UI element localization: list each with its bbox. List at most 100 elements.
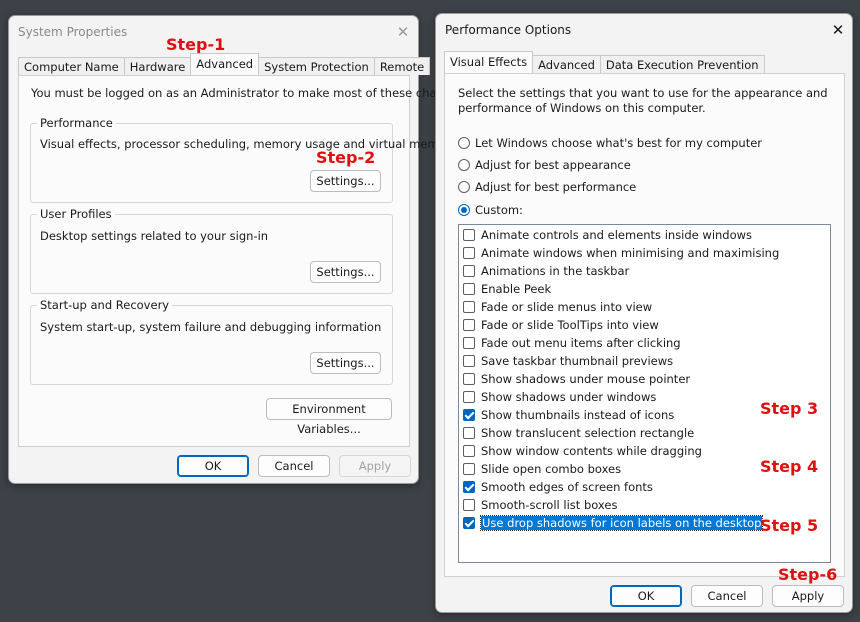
checkbox[interactable] [463,265,475,277]
step-1-annotation: Step-1 [166,35,226,54]
effect-item[interactable]: Smooth edges of screen fonts [463,478,653,496]
performance-description: Visual effects, processor scheduling, me… [40,137,458,151]
startup-recovery-group-title: Start-up and Recovery [37,298,173,312]
user-profiles-group-title: User Profiles [37,207,115,221]
cancel-button[interactable]: Cancel [258,455,330,477]
user-profiles-description: Desktop settings related to your sign-in [40,229,269,243]
apply-button[interactable]: Apply [772,585,844,607]
checkbox[interactable] [463,337,475,349]
apply-button[interactable]: Apply [339,455,411,477]
checkbox[interactable] [463,427,475,439]
radio-label: Adjust for best appearance [475,158,631,172]
startup-recovery-settings-button[interactable]: Settings... [310,352,381,374]
effect-label: Save taskbar thumbnail previews [481,354,674,368]
close-icon[interactable]: ✕ [392,21,414,43]
tab-hardware[interactable]: Hardware [123,57,192,75]
tab-data-execution-prevention[interactable]: Data Execution Prevention [599,55,765,73]
checkbox[interactable] [463,517,475,529]
checkbox[interactable] [463,499,475,511]
radio-best-appearance[interactable]: Adjust for best appearance [458,158,631,172]
checkbox[interactable] [463,283,475,295]
checkbox[interactable] [463,301,475,313]
window-title: System Properties [18,25,128,39]
effect-label: Show translucent selection rectangle [481,426,695,440]
title-bar[interactable]: Performance Options ✕ [436,14,852,44]
radio-let-windows-choose[interactable]: Let Windows choose what's best for my co… [458,136,762,150]
effect-item[interactable]: Slide open combo boxes [463,460,621,478]
checkbox[interactable] [463,409,475,421]
effect-item[interactable]: Animate controls and elements inside win… [463,226,752,244]
advanced-panel: You must be logged on as an Administrato… [18,75,468,447]
startup-recovery-group: Start-up and Recovery System start-up, s… [30,298,393,385]
step-4-annotation: Step 4 [760,457,819,476]
step-5-annotation: Step 5 [760,516,819,535]
ok-button[interactable]: OK [177,455,249,477]
admin-note: You must be logged on as an Administrato… [31,86,468,100]
checkbox[interactable] [463,373,475,385]
effect-label: Slide open combo boxes [481,462,622,476]
effect-label: Animate controls and elements inside win… [481,228,753,242]
effect-item[interactable]: Fade or slide menus into view [463,298,652,316]
close-icon[interactable]: ✕ [827,19,849,41]
checkbox[interactable] [463,229,475,241]
effect-item[interactable]: Fade out menu items after clicking [463,334,681,352]
effect-item[interactable]: Animations in the taskbar [463,262,629,280]
environment-variables-button[interactable]: Environment Variables... [266,398,392,436]
cancel-button[interactable]: Cancel [691,585,763,607]
tab-visual-effects[interactable]: Visual Effects [444,51,534,73]
effect-item[interactable]: Show shadows under mouse pointer [463,370,690,388]
checkbox[interactable] [463,355,475,367]
radio-label: Custom: [475,203,523,217]
effect-label: Show shadows under windows [481,390,657,404]
user-profiles-settings-button[interactable]: Settings... [310,261,381,283]
radio-button[interactable] [458,204,470,216]
effect-item[interactable]: Show window contents while dragging [463,442,702,460]
checkbox[interactable] [463,463,475,475]
radio-custom[interactable]: Custom: [458,203,523,217]
effect-label: Fade out menu items after clicking [481,336,681,350]
effect-item[interactable]: Show translucent selection rectangle [463,424,694,442]
system-properties-window: System Properties ✕ Computer Name Hardwa… [8,15,468,484]
effect-label: Animate windows when minimising and maxi… [481,246,780,260]
checkbox[interactable] [463,391,475,403]
checkbox[interactable] [463,481,475,493]
step-6-annotation: Step-6 [778,565,838,584]
effect-item[interactable]: Save taskbar thumbnail previews [463,352,673,370]
effect-label: Fade or slide ToolTips into view [481,318,659,332]
effect-label: Show thumbnails instead of icons [481,408,675,422]
visual-effects-list[interactable]: Animate controls and elements inside win… [458,224,831,563]
ok-button[interactable]: OK [610,585,682,607]
effect-item[interactable]: Enable Peek [463,280,551,298]
radio-button[interactable] [458,137,470,149]
step-2-annotation: Step-2 [316,148,376,167]
radio-label: Let Windows choose what's best for my co… [475,136,763,150]
radio-label: Adjust for best performance [475,180,637,194]
effect-label: Animations in the taskbar [481,264,630,278]
effect-label: Fade or slide menus into view [481,300,653,314]
tab-strip: Visual Effects Advanced Data Execution P… [444,51,765,73]
radio-button[interactable] [458,181,470,193]
tab-advanced[interactable]: Advanced [190,53,260,75]
performance-settings-button[interactable]: Settings... [310,170,381,192]
checkbox[interactable] [463,445,475,457]
effect-item[interactable]: Smooth-scroll list boxes [463,496,617,514]
checkbox[interactable] [463,247,475,259]
effect-label: Smooth edges of screen fonts [481,480,653,494]
effect-item[interactable]: Show thumbnails instead of icons [463,406,674,424]
checkbox[interactable] [463,319,475,331]
effect-item[interactable]: Use drop shadows for icon labels on the … [463,514,764,532]
effect-label: Use drop shadows for icon labels on the … [479,515,764,531]
step-3-annotation: Step 3 [760,399,819,418]
tab-system-protection[interactable]: System Protection [258,57,375,75]
radio-button[interactable] [458,159,470,171]
radio-best-performance[interactable]: Adjust for best performance [458,180,636,194]
effect-label: Smooth-scroll list boxes [481,498,618,512]
effect-item[interactable]: Fade or slide ToolTips into view [463,316,659,334]
effect-label: Show window contents while dragging [481,444,702,458]
effect-item[interactable]: Animate windows when minimising and maxi… [463,244,779,262]
intro-text-line1: Select the settings that you want to use… [458,86,828,100]
tab-advanced[interactable]: Advanced [532,55,601,73]
tab-remote[interactable]: Remote [373,57,431,75]
tab-computer-name[interactable]: Computer Name [18,57,125,75]
effect-item[interactable]: Show shadows under windows [463,388,656,406]
